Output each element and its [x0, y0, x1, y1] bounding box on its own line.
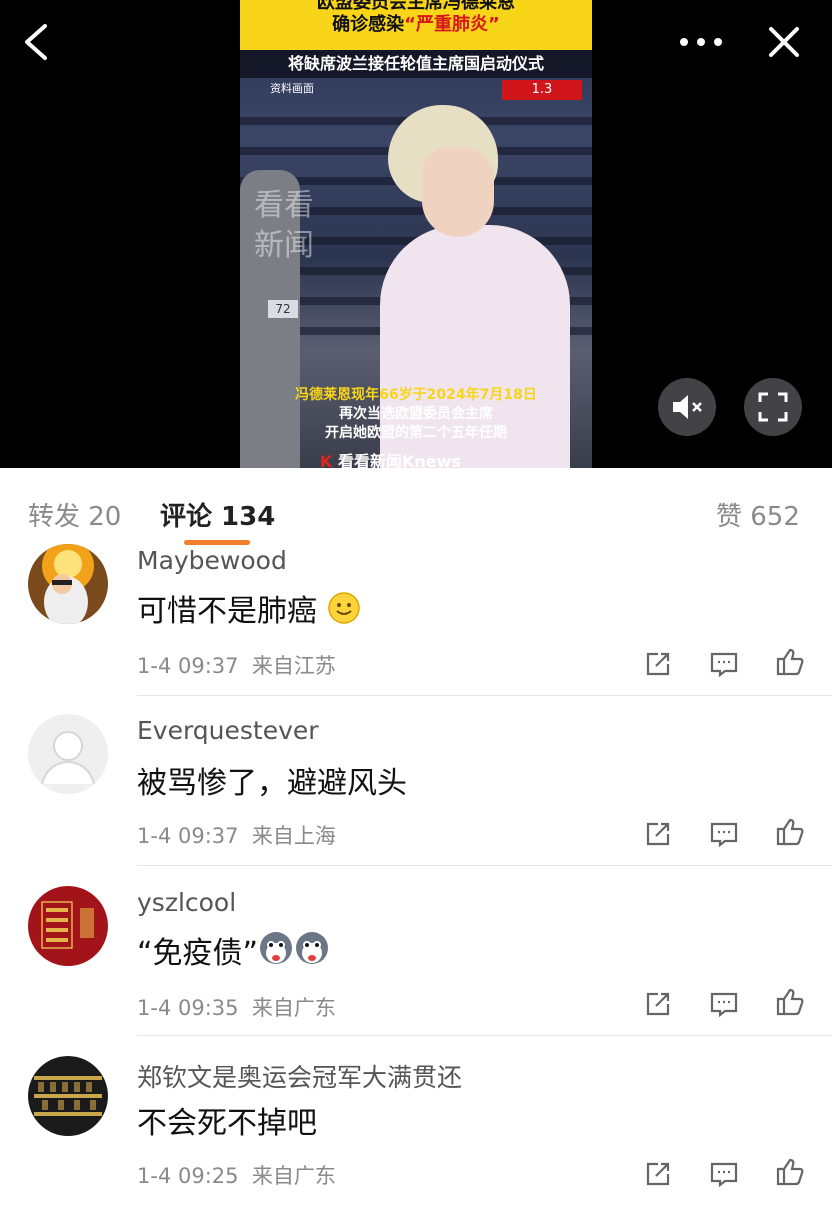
video-frame[interactable]: 72 看看新闻 欧盟委员会主席冯德莱恩 确诊感染“严重肺炎” 将缺席波兰接任轮值…	[240, 0, 592, 468]
comment-icon[interactable]	[708, 988, 740, 1020]
speaker-mute-icon	[673, 395, 702, 419]
divider	[137, 865, 832, 866]
divider	[137, 695, 832, 696]
username[interactable]: yszlcool	[137, 888, 236, 917]
corner-badge: 1.3	[502, 80, 582, 100]
comment-item: Everquestever 被骂惨了，避避风头 1-4 09:37 来自上海	[0, 714, 832, 892]
tab-repost[interactable]: 转发 20	[28, 496, 121, 533]
comment-icon[interactable]	[708, 648, 740, 680]
username[interactable]: Maybewood	[137, 546, 287, 575]
fullscreen-button[interactable]	[744, 378, 802, 436]
back-button[interactable]	[14, 20, 58, 64]
repost-icon[interactable]	[642, 988, 674, 1020]
repost-icon[interactable]	[642, 1158, 674, 1190]
comment-text: 不会死不掉吧	[137, 1106, 317, 1141]
like-icon[interactable]	[774, 986, 806, 1018]
repost-icon[interactable]	[642, 818, 674, 850]
comment-meta: 1-4 09:35 来自广东	[137, 996, 336, 1020]
avatar[interactable]	[28, 714, 108, 794]
comment-item: Maybewood 可惜不是肺癌 1-4 09:37 来自江苏	[0, 544, 832, 722]
avatar[interactable]	[28, 886, 108, 966]
like-icon[interactable]	[774, 816, 806, 848]
divider	[137, 1035, 832, 1036]
chevron-left-icon	[25, 24, 47, 60]
username[interactable]: Everquestever	[137, 716, 319, 745]
close-icon	[769, 27, 799, 57]
active-tab-indicator	[184, 540, 250, 545]
more-dots-icon	[680, 38, 722, 46]
like-icon[interactable]	[774, 646, 806, 678]
video-subheadline: 将缺席波兰接任轮值主席国启动仪式	[240, 50, 592, 78]
video-caption: 冯德莱恩现年66岁于2024年7月18日 再次当选欧盟委员会主席 开启她欧盟的第…	[295, 387, 537, 441]
repost-icon[interactable]	[642, 648, 674, 680]
comment-icon[interactable]	[708, 818, 740, 850]
comment-item: 郑钦文是奥运会冠军大满贯还 不会死不掉吧 1-4 09:25 来自广东	[0, 1056, 832, 1230]
username[interactable]: 郑钦文是奥运会冠军大满贯还	[137, 1058, 462, 1094]
seat-number: 72	[268, 300, 298, 318]
tab-comments[interactable]: 评论 134	[160, 496, 275, 533]
video-watermark: 看看新闻	[254, 188, 314, 263]
husky-emoji-icon	[260, 932, 329, 964]
comment-meta: 1-4 09:37 来自上海	[137, 824, 336, 848]
avatar[interactable]	[28, 1056, 108, 1136]
avatar[interactable]	[28, 544, 108, 624]
headline-line1: 欧盟委员会主席冯德莱恩	[317, 0, 515, 13]
comment-item: yszlcool “免疫债” 1-4 09:35 来自广东	[0, 886, 832, 1062]
comment-meta: 1-4 09:25 来自广东	[137, 1164, 336, 1188]
more-button[interactable]	[676, 22, 726, 62]
close-button[interactable]	[762, 20, 806, 64]
like-icon[interactable]	[774, 1156, 806, 1188]
comment-text: “免疫债”	[137, 928, 330, 972]
comment-text: 被骂惨了，避避风头	[137, 766, 407, 801]
video-player[interactable]: 72 看看新闻 欧盟委员会主席冯德莱恩 确诊感染“严重肺炎” 将缺席波兰接任轮值…	[0, 0, 832, 468]
smile-emoji-icon	[327, 592, 360, 624]
tab-likes[interactable]: 赞 652	[716, 496, 800, 533]
headline-line2: 确诊感染“严重肺炎”	[332, 14, 500, 35]
comment-text: 可惜不是肺癌	[137, 586, 361, 630]
comment-icon[interactable]	[708, 1158, 740, 1190]
video-headline: 欧盟委员会主席冯德莱恩 确诊感染“严重肺炎”	[240, 0, 592, 50]
fullscreen-icon	[758, 392, 788, 422]
mute-button[interactable]	[658, 378, 716, 436]
tab-bar: 转发 20 评论 134 赞 652	[0, 468, 832, 550]
news-logo: K 看看新闻Knews	[320, 452, 461, 468]
archive-label: 资料画面	[270, 82, 314, 95]
comment-meta: 1-4 09:37 来自江苏	[137, 654, 336, 678]
